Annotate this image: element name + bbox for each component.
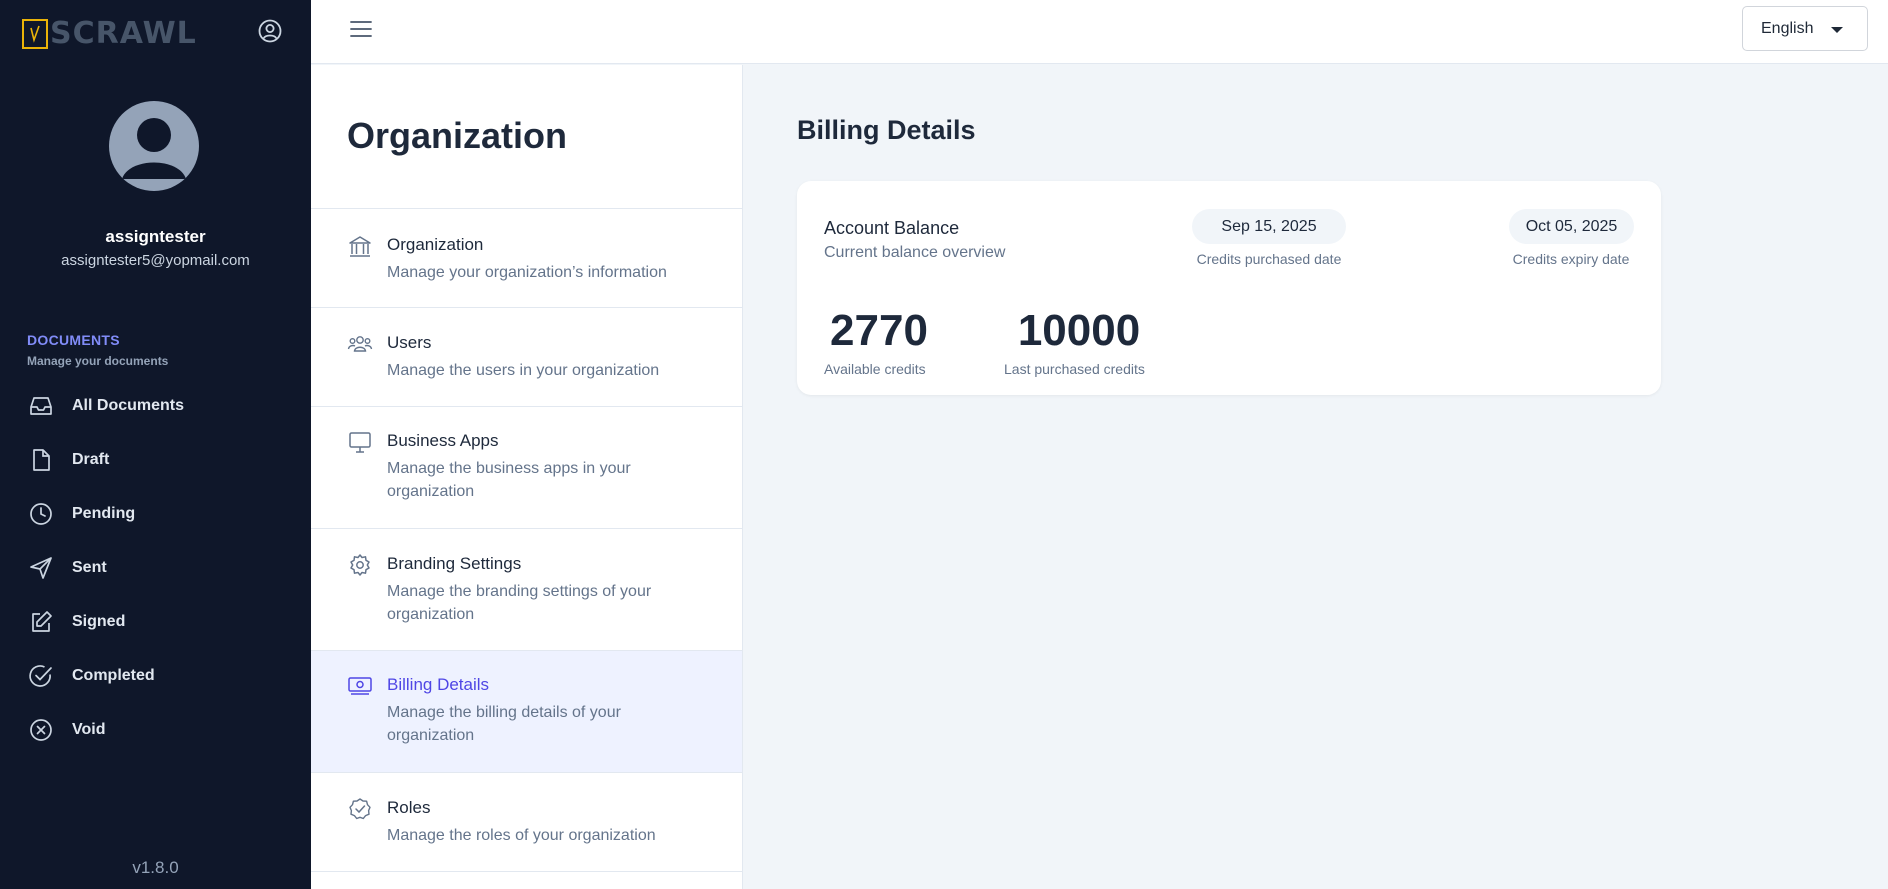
sidebar-item-label: Sent xyxy=(72,559,107,576)
documents-section-subtitle: Manage your documents xyxy=(27,354,169,368)
settings-item-desc: Manage your organization’s information xyxy=(387,264,667,281)
language-select[interactable]: English xyxy=(1742,6,1868,51)
settings-item-desc: Manage the users in your organization xyxy=(387,362,660,379)
clock-icon xyxy=(27,500,55,528)
settings-item-desc: Manage the business apps in your organiz… xyxy=(387,460,631,500)
sidebar-item-void[interactable]: Void xyxy=(27,710,287,750)
settings-item-title: Billing Details xyxy=(387,675,490,694)
credits-expiry-date-label: Credits expiry date xyxy=(1512,251,1630,267)
user-email: assigntester5@yopmail.com xyxy=(61,252,250,269)
sidebar: SCRAWL assigntester assigntester5@yopmai… xyxy=(0,0,311,889)
credits-purchased-date: Sep 15, 2025 xyxy=(1192,209,1346,244)
available-credits-value: 2770 xyxy=(830,306,928,355)
credits-expiry-date: Oct 05, 2025 xyxy=(1509,209,1634,244)
users-icon xyxy=(347,331,373,357)
page-title: Organization xyxy=(347,115,568,156)
last-purchased-credits-label: Last purchased credits xyxy=(1004,361,1145,377)
sidebar-item-pending[interactable]: Pending xyxy=(27,494,287,534)
avatar xyxy=(109,101,199,191)
sidebar-item-label: Void xyxy=(72,721,106,738)
credits-purchased-date-label: Credits purchased date xyxy=(1196,251,1342,267)
app-version: v1.8.0 xyxy=(132,858,179,877)
bank-icon xyxy=(347,234,373,260)
caret-down-icon xyxy=(1831,27,1843,33)
settings-item-title: Users xyxy=(387,333,432,352)
account-balance-subtitle: Current balance overview xyxy=(824,244,1006,261)
sidebar-item-label: Pending xyxy=(72,505,136,522)
organization-settings-panel: Organization Organization Manage your or… xyxy=(311,65,743,889)
sidebar-item-draft[interactable]: Draft xyxy=(27,440,287,480)
hamburger-menu-icon[interactable] xyxy=(349,18,373,40)
sidebar-item-signed[interactable]: Signed xyxy=(27,602,287,642)
file-icon xyxy=(27,446,55,474)
inbox-icon xyxy=(27,392,55,420)
documents-section-title: DOCUMENTS xyxy=(27,332,120,348)
settings-item-title: Business Apps xyxy=(387,431,499,450)
settings-item-title: Organization xyxy=(387,235,484,254)
settings-item-desc: Manage the branding settings of your org… xyxy=(387,583,652,623)
user-profile-icon[interactable] xyxy=(256,17,284,45)
sidebar-item-label: Completed xyxy=(72,667,155,684)
logo-mark-icon xyxy=(22,18,48,49)
last-purchased-credits-value: 10000 xyxy=(1017,306,1141,355)
settings-item-title: Roles xyxy=(387,798,431,817)
sidebar-item-sent[interactable]: Sent xyxy=(27,548,287,588)
user-name: assigntester xyxy=(105,227,206,246)
check-circle-icon xyxy=(27,662,55,690)
account-balance-title: Account Balance xyxy=(824,218,960,238)
sidebar-item-label: All Documents xyxy=(72,397,185,414)
settings-item-billing-details[interactable]: Billing Details Manage the billing detai… xyxy=(311,651,742,773)
account-balance-card: Account Balance Current balance overview… xyxy=(797,181,1661,395)
settings-item-title: Branding Settings xyxy=(387,554,522,573)
available-credits-label: Available credits xyxy=(824,361,926,377)
top-bar: English xyxy=(311,0,1888,64)
money-icon xyxy=(347,673,373,699)
logo-text: SCRAWL xyxy=(50,16,197,51)
x-circle-icon xyxy=(27,716,55,744)
badge-check-icon xyxy=(347,796,373,822)
sidebar-item-all-documents[interactable]: All Documents xyxy=(27,386,287,426)
logo[interactable]: SCRAWL xyxy=(22,16,197,51)
monitor-icon xyxy=(347,429,373,455)
sidebar-item-label: Signed xyxy=(72,613,126,630)
settings-item-business-apps[interactable]: Business Apps Manage the business apps i… xyxy=(311,407,742,529)
settings-item-users[interactable]: Users Manage the users in your organizat… xyxy=(311,308,742,407)
settings-item-roles[interactable]: Roles Manage the roles of your organizat… xyxy=(311,773,742,872)
settings-item-branding-settings[interactable]: Branding Settings Manage the branding se… xyxy=(311,529,742,651)
edit-icon xyxy=(27,608,55,636)
language-select-value: English xyxy=(1761,19,1814,37)
billing-details-title: Billing Details xyxy=(797,115,976,145)
gear-icon xyxy=(347,552,373,578)
settings-item-organization[interactable]: Organization Manage your organization’s … xyxy=(311,209,742,308)
settings-item-desc: Manage the roles of your organization xyxy=(387,827,656,844)
sidebar-item-label: Draft xyxy=(72,451,110,468)
send-icon xyxy=(27,554,55,582)
sidebar-item-completed[interactable]: Completed xyxy=(27,656,287,696)
settings-item-desc: Manage the billing details of your organ… xyxy=(387,704,621,744)
